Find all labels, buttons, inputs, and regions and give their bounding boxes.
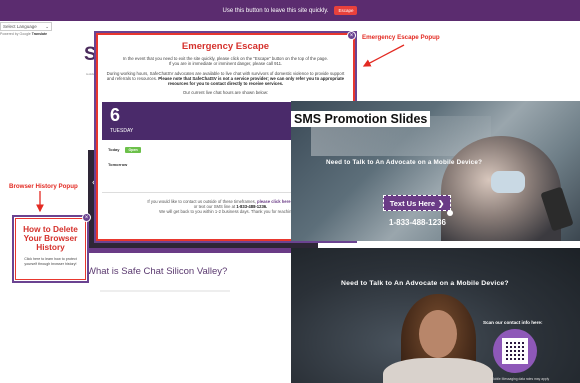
qr-code-icon — [502, 338, 528, 364]
top-banner: Use this button to leave this site quick… — [0, 0, 580, 21]
google-name: Google — [19, 32, 31, 36]
sms-phone-number: 1-833-488-1236. — [236, 204, 268, 210]
close-icon[interactable]: × — [82, 213, 91, 222]
emergency-intro-2: If you are in immediate or imminent dang… — [168, 61, 283, 67]
sms-slides-title: SMS Promotion Slides — [291, 111, 431, 127]
woman-shoulders — [383, 358, 493, 383]
slide-2-headline: Need to Talk to An Advocate on a Mobile … — [341, 280, 509, 287]
history-popup-title: How to Delete Your Browser History — [14, 225, 87, 252]
history-popup-annotation: Browser History Popup — [9, 183, 78, 190]
today-label: Today — [108, 147, 120, 153]
weekday-label: TUESDAY — [110, 127, 134, 134]
banner-message: Use this button to leave this site quick… — [222, 7, 329, 14]
open-status-badge: Open — [125, 146, 141, 153]
qr-code-badge[interactable] — [493, 329, 537, 373]
scan-instruction: Scan our contact info here: — [483, 320, 543, 325]
history-title-line-3: History — [36, 242, 65, 252]
slide-1-headline: Need to Talk to An Advocate on a Mobile … — [326, 159, 483, 166]
close-icon[interactable]: × — [347, 31, 356, 40]
footer-prefix: If you would like to contact us outside … — [147, 198, 256, 204]
hours-intro: Our current live chat hours are shown be… — [182, 90, 269, 96]
escape-button[interactable]: Escape — [334, 6, 358, 15]
section-heading: What is Safe Chat Silicon Valley? — [87, 266, 228, 277]
woman-face — [419, 310, 457, 358]
site-logo[interactable]: S — [84, 44, 97, 66]
language-select[interactable]: Select Language ⌄ — [0, 22, 52, 31]
history-popup-subtext: Click here to learn how to protect yours… — [24, 257, 77, 266]
footer-end: We will get back to you within 1-2 busin… — [159, 209, 302, 215]
sms-slide-2 — [291, 248, 580, 383]
powered-prefix: Powered by — [0, 32, 19, 36]
text-us-label: Text Us Here — [389, 198, 435, 208]
powered-by-google: Powered by Google Translate — [0, 32, 47, 36]
emergency-popup-title: Emergency Escape — [181, 41, 270, 52]
chevron-down-icon: ⌄ — [45, 23, 49, 29]
emergency-body-note: Please note that SafeChatSV is not a ser… — [158, 75, 345, 87]
language-select-label: Select Language — [3, 24, 37, 29]
cursor-dot-icon — [447, 210, 453, 216]
qr-footnote: Mobile Messaging data rates may apply — [491, 377, 550, 381]
browser-history-popup[interactable]: How to Delete Your Browser History Click… — [12, 215, 89, 283]
footer-mid: or text our SMS line at — [193, 204, 236, 210]
translate-link[interactable]: Translate — [32, 32, 47, 36]
chevron-right-icon: ❯ — [438, 198, 445, 208]
date-number: 6 — [110, 104, 121, 125]
emergency-body: During working hours, SafeChatSV advocat… — [98, 71, 353, 87]
text-us-button[interactable]: Text Us Here ❯ — [383, 195, 451, 211]
text-placeholder-line — [100, 290, 230, 292]
slide-phone-number: 1-833-488-1236 — [389, 218, 446, 227]
emergency-popup-annotation: Emergency Escape Popup — [362, 34, 440, 41]
face-mask — [491, 171, 525, 193]
emergency-arrow — [362, 44, 405, 67]
